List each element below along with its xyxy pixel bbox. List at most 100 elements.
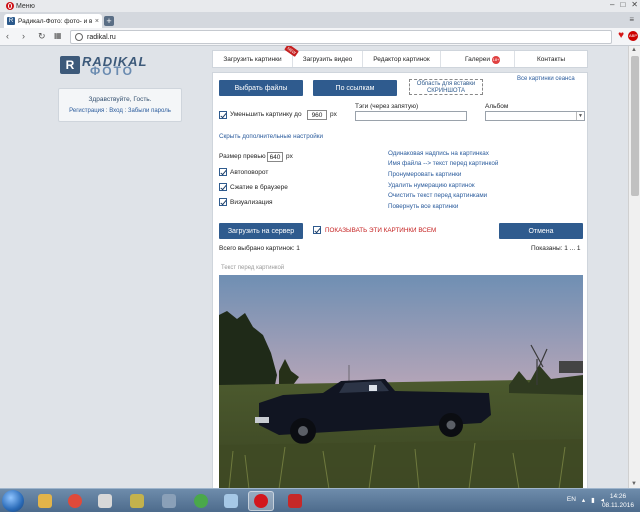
explorer-icon[interactable] [32,491,58,511]
vertical-scrollbar[interactable]: ▲ ▼ [628,46,640,488]
system-clock[interactable]: 14:26 08.11.2016 [602,492,634,510]
tab-label: Редактор картинок [373,55,430,63]
opera-icon [6,2,14,10]
greeting-text: Здравствуйте, Гость. [88,96,152,103]
all-session-pictures-link[interactable]: Все картинки сеанса [517,76,575,82]
preview-px-unit: px [286,153,293,160]
app-icon-3[interactable] [156,491,182,511]
url-text: radikal.ru [87,33,116,41]
upload-to-server-button[interactable]: Загрузить на сервер [219,223,303,239]
system-tray: EN ▴ ▮ ◂ [567,496,604,504]
album-select[interactable]: ▼ [485,111,585,121]
browser-compress-checkbox[interactable] [219,183,227,191]
px-unit: px [330,111,337,118]
site-nav-tabs: Загрузить картинки NEW Загрузить видео Р… [212,46,588,68]
heart-icon[interactable]: ♥ [618,31,624,41]
adblock-icon[interactable]: ABP [628,31,638,41]
logo-mark: R [60,56,80,74]
new-tab-button[interactable]: + [104,16,114,26]
maximize-button[interactable]: □ [620,0,625,9]
auth-links: Регистрация : Вход : Забыли пароль [69,108,171,114]
browser-tab[interactable]: R Радикал-Фото: фото- и в × [4,14,102,28]
forgot-password-link[interactable]: Забыли пароль [128,108,171,114]
app-icon-2[interactable] [124,491,150,511]
preview-size-input[interactable]: 640 [267,152,283,162]
forward-icon[interactable]: › [22,31,25,41]
opera-taskbar-icon[interactable] [248,491,274,511]
favicon-icon: R [7,17,15,25]
autorotate-checkbox[interactable] [219,168,227,176]
close-tab-icon[interactable]: × [95,18,99,25]
globe-icon [75,33,83,41]
download-app-icon[interactable] [282,491,308,511]
windows-taskbar: EN ▴ ▮ ◂ 14:26 08.11.2016 [0,488,640,512]
tab-label: Загрузить картинки [223,55,282,63]
uploaded-photo-preview [219,275,583,488]
tab-label: Контакты [536,55,566,63]
register-link[interactable]: Регистрация [69,108,104,114]
menu-label: Меню [16,2,35,10]
tags-label: Тэги (через запятую) [355,103,419,110]
clock-time: 14:26 [609,493,627,500]
chevron-down-icon: ▼ [576,112,584,120]
reduce-size-input[interactable]: 960 [307,110,327,120]
back-icon[interactable]: ‹ [6,31,9,41]
login-box: Здравствуйте, Гость. Регистрация : Вход … [58,88,182,122]
tags-input[interactable] [355,111,467,121]
filename-to-text-link[interactable]: Имя файла --> текст перед картинкой [388,160,498,167]
app-icon-4[interactable] [188,491,214,511]
cancel-button[interactable]: Отмена [499,223,583,239]
opera-menu-button[interactable]: Меню [2,1,39,11]
start-icon[interactable] [2,490,24,512]
show-to-all-checkbox[interactable] [313,226,321,234]
tab-label: Загрузить видео [302,55,353,63]
scroll-up-icon[interactable]: ▲ [631,47,637,53]
login-link[interactable]: Вход [109,108,123,114]
tab-bar: R Радикал-Фото: фото- и в × + ≡ [0,12,640,28]
choose-files-button[interactable]: Выбрать файлы [219,80,303,96]
tab-contacts[interactable]: Контакты [515,51,587,67]
tab-upload-video[interactable]: Загрузить видео [293,51,363,67]
clear-text-link[interactable]: Очистить текст перед картинками [388,192,487,199]
language-indicator[interactable]: EN [567,496,576,504]
page-content: R RADIKAL ФОТО Здравствуйте, Гость. Реги… [0,46,628,488]
scroll-down-icon[interactable]: ▼ [631,481,637,487]
tab-menu-icon[interactable]: ≡ [629,15,634,24]
remove-numbering-link[interactable]: Удалить нумерацию картинок [388,182,475,189]
text-before-picture-caption[interactable]: Текст перед картинкой [221,265,284,271]
app-icon-5[interactable] [218,491,244,511]
same-caption-link[interactable]: Одинаковая надпись на картинках [388,150,489,157]
rotate-all-link[interactable]: Повернуть все картинки [388,203,458,210]
scrollbar-thumb[interactable] [631,56,639,196]
logo-word2: ФОТО [90,64,134,78]
paste-area-line2: СКРИНШОТА [426,88,466,94]
speed-dial-icon[interactable]: ▦ [54,31,62,40]
tab-galleries[interactable]: Галереи 18+ [441,51,515,67]
by-links-button[interactable]: По ссылкам [313,80,397,96]
tab-upload-pictures[interactable]: Загрузить картинки NEW [213,46,299,67]
tray-arrow-icon[interactable]: ▴ [582,496,585,504]
window-controls: – □ ✕ [610,0,638,9]
album-label: Альбом [485,103,509,110]
window-titlebar: Меню – □ ✕ [0,0,640,12]
tab-picture-editor[interactable]: Редактор картинок [363,51,441,67]
app-icon-1[interactable] [92,491,118,511]
minimize-button[interactable]: – [610,0,614,9]
site-logo[interactable]: R RADIKAL ФОТО [60,52,180,78]
visualization-checkbox[interactable] [219,198,227,206]
age-badge: 18+ [492,56,500,64]
reduce-label: Уменьшить картинку до [230,111,302,118]
upload-panel: Выбрать файлы По ссылкам Область для вст… [212,72,588,488]
close-window-button[interactable]: ✕ [631,0,638,9]
visualization-label: Визуализация [230,199,273,206]
reload-icon[interactable]: ↻ [38,31,46,42]
show-to-all-label: ПОКАЗЫВАТЬ ЭТИ КАРТИНКИ ВСЕМ [325,227,437,234]
hide-settings-link[interactable]: Скрыть дополнительные настройки [219,133,323,140]
number-pictures-link[interactable]: Пронумеровать картинки [388,171,461,178]
network-icon[interactable]: ▮ [591,496,595,504]
chrome-icon[interactable] [62,491,88,511]
reduce-checkbox[interactable] [219,111,227,119]
url-field[interactable]: radikal.ru [70,30,612,44]
preview-size-label: Размер превью [219,153,266,160]
screenshot-paste-area[interactable]: Область для вставки СКРИНШОТА [409,79,483,95]
